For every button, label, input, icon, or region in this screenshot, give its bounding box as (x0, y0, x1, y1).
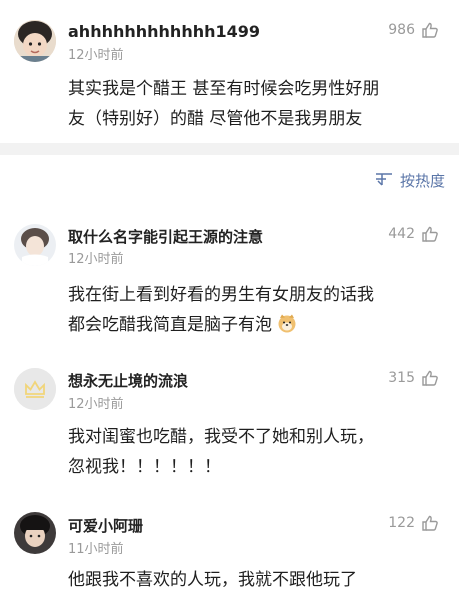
thumbs-up-icon[interactable] (421, 514, 439, 532)
section-divider (0, 143, 459, 155)
comment-text: 我在街上看到好看的男生有女朋友的话我 都会吃醋我简直是脑子有泡 (68, 280, 453, 340)
comment-text-line: 忽视我！！！！！！ (68, 457, 221, 477)
comment-username[interactable]: 取什么名字能引起王源的注意 (68, 226, 263, 247)
comment-text-line: 我对闺蜜也吃醋，我受不了她和别人玩， (68, 427, 374, 447)
like-count[interactable]: 442 (375, 226, 415, 242)
comment-text-line: 他跟我不喜欢的人玩，我就不跟他玩了 (68, 570, 357, 590)
sort-lines-icon (374, 171, 394, 191)
thumbs-up-icon[interactable] (421, 369, 439, 387)
comment-text-line: 友（特别好）的醋 尽管他不是我男朋友 (68, 109, 363, 129)
comment-time: 12小时前 (68, 397, 124, 412)
like-count[interactable]: 122 (375, 515, 415, 531)
comment-text-line: 其实我是个醋王 甚至有时候会吃男性好朋 (68, 79, 380, 99)
sort-by-hot-button[interactable]: 按热度 (374, 170, 445, 191)
comment-text: 我对闺蜜也吃醋，我受不了她和别人玩， 忽视我！！！！！！ (68, 422, 453, 482)
thumbs-up-icon[interactable] (421, 225, 439, 243)
thumbs-up-icon[interactable] (421, 21, 439, 39)
comment-username[interactable]: 想永无止境的流浪 (68, 370, 188, 391)
comment-text-line: 都会吃醋我简直是脑子有泡 (68, 315, 272, 335)
avatar[interactable] (14, 368, 56, 410)
comment-time: 12小时前 (68, 252, 124, 267)
comment-username[interactable]: 可爱小阿珊 (68, 515, 143, 536)
like-count[interactable]: 315 (375, 370, 415, 386)
comment-time: 11小时前 (68, 542, 124, 557)
avatar[interactable] (14, 20, 56, 62)
comment-time: 12小时前 (68, 48, 124, 63)
doge-emoji (277, 313, 297, 333)
avatar[interactable] (14, 224, 56, 266)
like-count[interactable]: 986 (375, 22, 415, 38)
comment-text: 其实我是个醋王 甚至有时候会吃男性好朋 友（特别好）的醋 尽管他不是我男朋友 (68, 74, 453, 134)
comment-username[interactable]: ahhhhhhhhhhhh1499 (68, 22, 260, 41)
comment-text: 他跟我不喜欢的人玩，我就不跟他玩了 (68, 565, 453, 595)
sort-label: 按热度 (399, 172, 445, 190)
comment-text-line: 我在街上看到好看的男生有女朋友的话我 (68, 285, 374, 305)
avatar[interactable] (14, 512, 56, 554)
